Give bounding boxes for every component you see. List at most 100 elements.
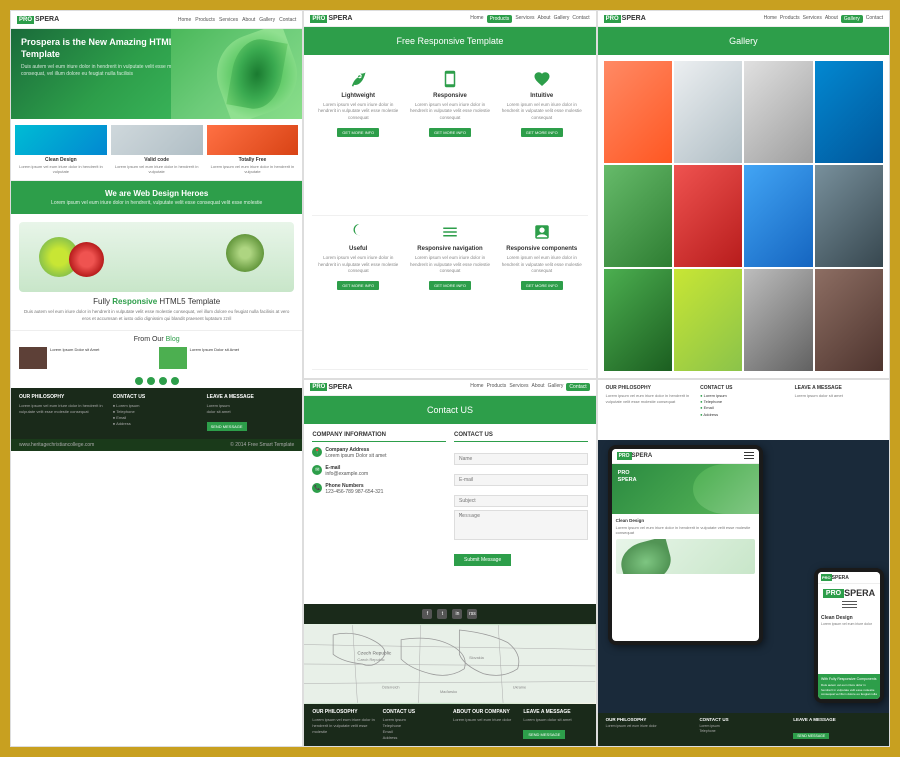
tablet-content-text: Lorem ipsum vel eum iriure dolor in hend… <box>616 525 755 536</box>
c2-nav-about[interactable]: About <box>538 15 551 23</box>
c1-nav-home[interactable]: Home <box>178 17 191 23</box>
c1-nav-services[interactable]: Services <box>219 17 238 23</box>
c1-nav-products[interactable]: Products <box>195 17 215 23</box>
c2-feat-text-1: Lorem ipsum vel eum iriure dolor in hend… <box>316 102 400 121</box>
c1-footer-philosophy: OUR PHILOSOPHY Lorem ipsum vel eum iriur… <box>19 394 107 433</box>
c2-nav-gallery[interactable]: Gallery <box>554 15 570 23</box>
c5-footer-send-button[interactable]: SEND MESSAGE <box>793 733 829 739</box>
c1-nav-contact[interactable]: Contact <box>279 17 296 23</box>
c4-footer-about: ABOUT OUR COMPANY Lorem ipsum vel eum ir… <box>453 709 517 741</box>
c4-footer-send-button[interactable]: SEND MESSAGE <box>523 730 565 739</box>
c2-feat-btn-4[interactable]: GET MORE INFO <box>337 281 379 290</box>
c3-nav-products[interactable]: Products <box>780 15 800 23</box>
c1-footer-message-title: LEAVE A MESSAGE <box>207 394 295 400</box>
gallery-img-9 <box>604 269 672 371</box>
c4-subject-input[interactable] <box>454 495 588 507</box>
c4-company-title: COMPANY INFORMATION <box>312 432 446 442</box>
gallery-item-3[interactable] <box>744 61 812 163</box>
c1-nav-gallery[interactable]: Gallery <box>259 17 275 23</box>
c1-send-message-button[interactable]: SEND MESSAGE <box>207 422 247 431</box>
gallery-item-9[interactable] <box>604 269 672 371</box>
c5-phil-message: LEAVE A MESSAGE Lorem ipsum dolor sit am… <box>795 385 881 435</box>
gallery-item-2[interactable] <box>674 61 742 163</box>
gallery-item-5[interactable] <box>604 165 672 267</box>
c2-section-title: Free Responsive Template <box>397 36 504 46</box>
c2-feat-title-1: Lightweight <box>316 93 400 99</box>
c4-footer-philosophy-text: Lorem ipsum vel eum iriure dolor in hend… <box>312 717 376 735</box>
c2-nav-products-active[interactable]: Products <box>487 15 513 23</box>
phone-menu-line-1 <box>842 601 857 602</box>
c4-footer-about-text: Lorem ipsum vel eum iriure dolor <box>453 717 517 723</box>
gallery-item-6[interactable] <box>674 165 742 267</box>
c2-nav-services[interactable]: Services <box>515 15 534 23</box>
gallery-item-8[interactable] <box>815 165 883 267</box>
c4-nav-about[interactable]: About <box>532 383 545 391</box>
c2-nav-home[interactable]: Home <box>470 15 483 23</box>
c4-nav-home[interactable]: Home <box>470 383 483 391</box>
c2-feat-title-2: Responsive <box>408 93 492 99</box>
c3-green-bar: Gallery <box>598 27 889 55</box>
c2-feat-btn-5[interactable]: GET MORE INFO <box>429 281 471 290</box>
c2-feat-btn-6[interactable]: GET MORE INFO <box>521 281 563 290</box>
c2-feat-text-4: Lorem ipsum vel eum iriure dolor in hend… <box>316 255 400 274</box>
phone-contact-icon: 📞 <box>312 483 322 493</box>
gallery-item-1[interactable] <box>604 61 672 163</box>
c1-social-linkedin[interactable] <box>159 377 167 385</box>
c4-map: Czech Republic Czech Republic Slovakia Ö… <box>304 624 595 704</box>
gallery-item-4[interactable] <box>815 61 883 163</box>
c4-social-facebook[interactable]: f <box>422 609 432 619</box>
c2-feat-btn-3[interactable]: GET MORE INFO <box>521 128 563 137</box>
c1-feat-text-3: Lorem ipsum vel eum iriure dolor in hend… <box>207 164 299 174</box>
c3-nav-gallery-active[interactable]: Gallery <box>841 15 863 23</box>
c2-nav-contact[interactable]: Contact <box>572 15 589 23</box>
c4-address-text: Lorem ipsum Dolor sit amet <box>325 453 386 460</box>
c2-feat-useful: Useful Lorem ipsum vel eum iriure dolor … <box>312 216 404 369</box>
c4-social-linkedin[interactable]: in <box>452 609 462 619</box>
gallery-img-10 <box>674 269 742 371</box>
c1-social-twitter[interactable] <box>147 377 155 385</box>
c1-logo-text: SPERA <box>35 16 59 23</box>
c2-feat-btn-2[interactable]: GET MORE INFO <box>429 128 471 137</box>
c5-phil-title-3: LEAVE A MESSAGE <box>795 385 881 391</box>
gallery-item-10[interactable] <box>674 269 742 371</box>
c1-social-facebook[interactable] <box>135 377 143 385</box>
phone-header: PRO SPERA <box>818 572 880 584</box>
c1-nav-about[interactable]: About <box>242 17 255 23</box>
c4-submit-button[interactable]: Submit Message <box>454 554 511 566</box>
c4-email-input[interactable] <box>454 474 588 486</box>
c4-nav-products[interactable]: Products <box>487 383 507 391</box>
c4-footer-contact-text: Lorem ipsumTelephoneEmailAddress <box>383 717 447 741</box>
phone-hamburger-icon[interactable] <box>842 601 857 608</box>
c2-feat-responsive: Responsive Lorem ipsum vel eum iriure do… <box>404 63 496 216</box>
c5-devices-area: PRO SPERA PROSPERA <box>598 440 889 714</box>
gallery-item-12[interactable] <box>815 269 883 371</box>
c4-nav-gallery[interactable]: Gallery <box>548 383 564 391</box>
gallery-item-11[interactable] <box>744 269 812 371</box>
tablet-hamburger-icon[interactable] <box>744 452 754 459</box>
c1-feat-img-3 <box>207 125 299 155</box>
c4-email-item: ✉ E-mail info@example.com <box>312 465 446 478</box>
c2-feat-btn-1[interactable]: GET MORE INFO <box>337 128 379 137</box>
c1-social-rss[interactable] <box>171 377 179 385</box>
c3-nav-contact[interactable]: Contact <box>866 15 883 23</box>
c3-nav-services[interactable]: Services <box>803 15 822 23</box>
c2-feat-text-5: Lorem ipsum vel eum iriure dolor in hend… <box>408 255 492 274</box>
c2-feat-title-5: Responsive navigation <box>408 246 492 252</box>
c4-nav-contact-active[interactable]: Contact <box>566 383 589 391</box>
c3-nav-home[interactable]: Home <box>764 15 777 23</box>
c5-phil-title-1: OUR PHILOSOPHY <box>606 385 692 391</box>
c4-nav-services[interactable]: Services <box>509 383 528 391</box>
svg-text:Czech Republic: Czech Republic <box>358 650 393 656</box>
tablet-screen: PRO SPERA PROSPERA <box>612 449 759 641</box>
gallery-item-7[interactable] <box>744 165 812 267</box>
c4-green-bar: Contact US <box>304 396 595 424</box>
c4-social-twitter[interactable]: t <box>437 609 447 619</box>
c2-features-grid: Lightweight Lorem ipsum vel eum iriure d… <box>304 55 595 378</box>
c4-name-input[interactable] <box>454 453 588 465</box>
c4-social-rss[interactable]: rss <box>467 609 477 619</box>
c5-phil-text-1: Lorem ipsum vel eum iriure dolor in hend… <box>606 393 692 405</box>
c3-gallery-grid <box>598 55 889 378</box>
c3-nav-about[interactable]: About <box>825 15 838 23</box>
leaf-icon <box>348 69 368 89</box>
c4-message-input[interactable] <box>454 510 588 540</box>
